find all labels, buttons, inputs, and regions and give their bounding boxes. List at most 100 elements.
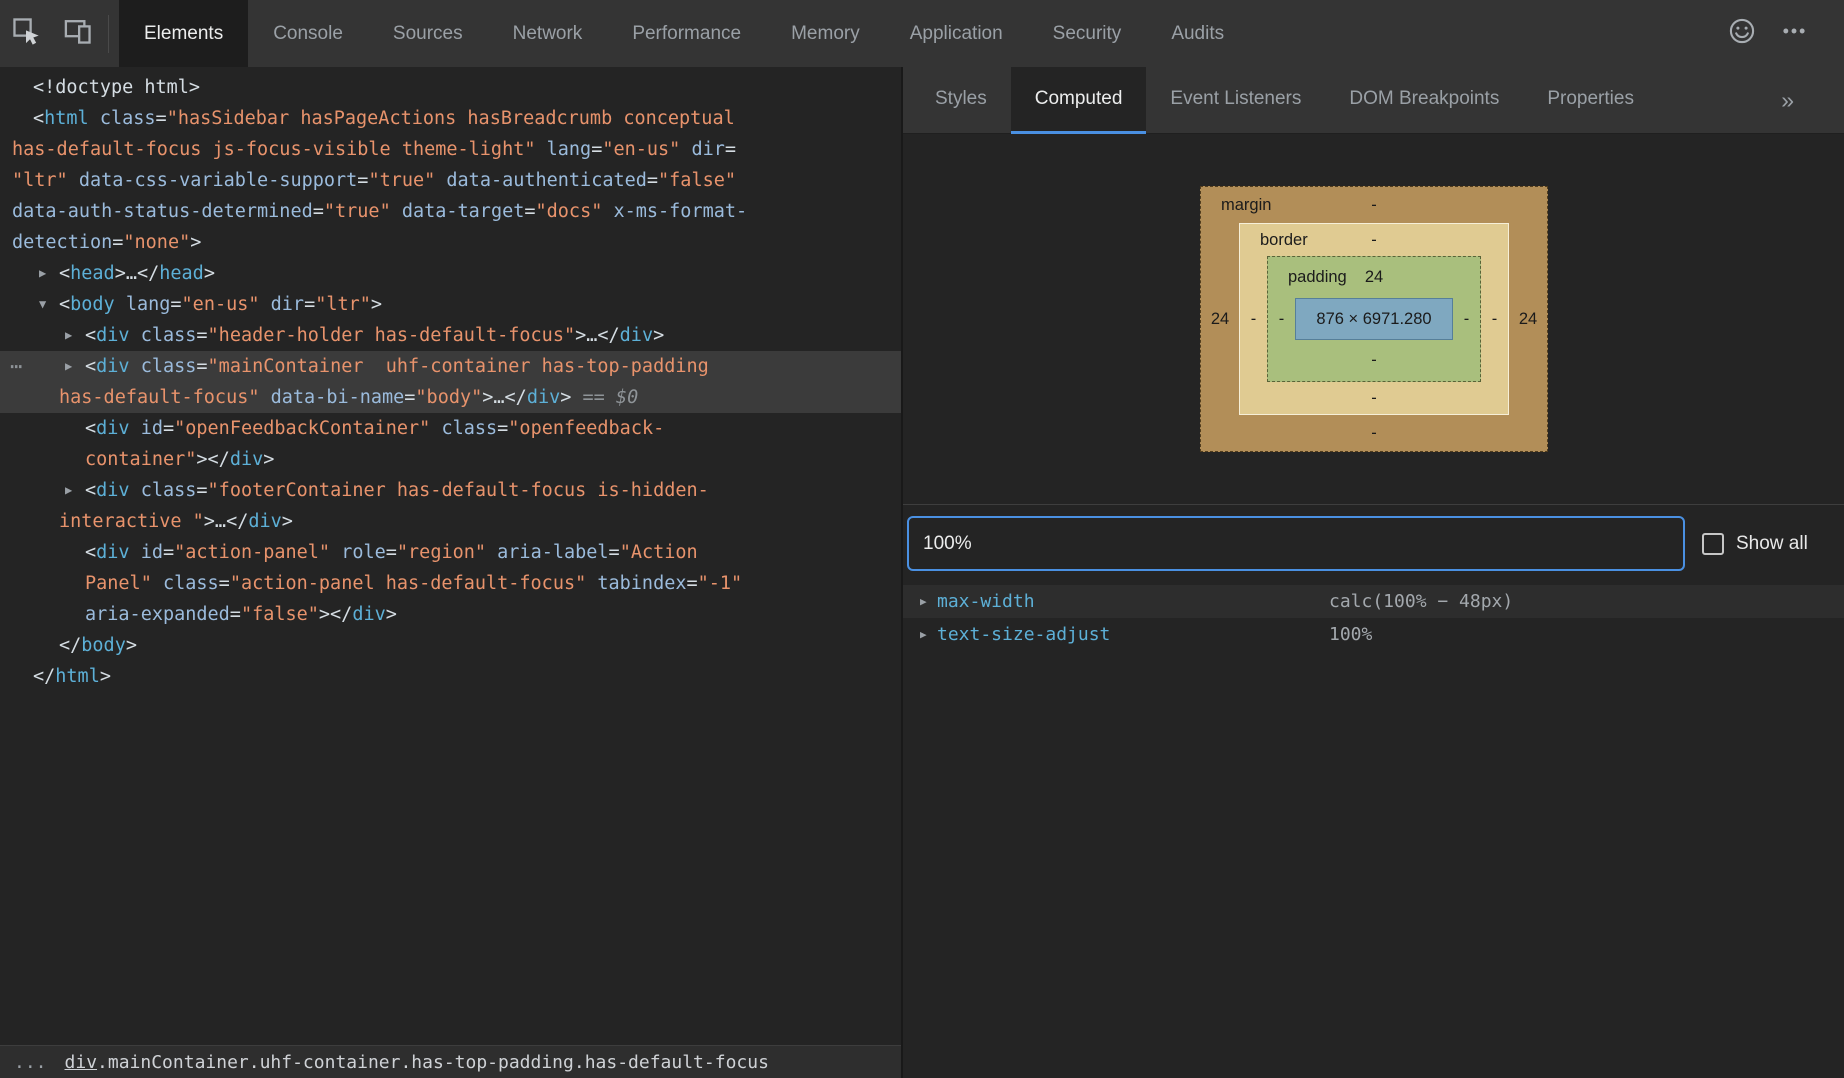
code-token: = <box>647 170 658 191</box>
sidebar-tab-computed[interactable]: Computed <box>1011 67 1147 134</box>
more-menu-button[interactable] <box>1768 0 1820 67</box>
dom-node-line[interactable]: Panel" class="action-panel has-default-f… <box>0 568 901 599</box>
code-token: = <box>386 542 397 563</box>
box-model-margin[interactable]: margin - 24 border - - <box>1200 186 1548 452</box>
dom-node-line[interactable]: aria-expanded="false"></div> <box>0 599 901 630</box>
dom-node-line[interactable]: data-auth-status-determined="true" data-… <box>0 196 901 227</box>
feedback-button[interactable] <box>1716 0 1768 67</box>
main-tab-application[interactable]: Application <box>885 0 1028 67</box>
gutter-overflow-icon[interactable]: ⋯ <box>10 351 22 382</box>
code-token: x-ms-format- <box>613 201 747 222</box>
border-right-value[interactable]: - <box>1481 256 1508 382</box>
box-model-diagram: margin - 24 border - - <box>1200 186 1548 452</box>
dom-node-line[interactable]: </body> <box>0 630 901 661</box>
expand-twisty-icon[interactable]: ▶ <box>65 475 72 506</box>
dom-node-line[interactable]: has-default-focus js-focus-visible theme… <box>0 134 901 165</box>
expand-twisty-icon[interactable]: ▶ <box>920 585 927 618</box>
margin-left-value[interactable]: 24 <box>1201 223 1239 415</box>
dom-node-line[interactable]: detection="none"> <box>0 227 901 258</box>
inspect-element-button[interactable] <box>0 0 52 67</box>
dom-node-line[interactable]: <html class="hasSidebar hasPageActions h… <box>0 103 901 134</box>
box-model-content[interactable]: 876 × 6971.280 <box>1295 298 1453 340</box>
border-left-value[interactable]: - <box>1240 256 1267 382</box>
dom-node-line[interactable]: ▶<head>…</head> <box>0 258 901 289</box>
sidebar-tabs: StylesComputedEvent ListenersDOM Breakpo… <box>911 67 1658 133</box>
box-model-border[interactable]: border - - padding 24 <box>1239 223 1509 415</box>
breadcrumb-item[interactable]: div.mainContainer.uhf-container.has-top-… <box>65 1052 769 1073</box>
code-token: class <box>441 418 497 439</box>
main-tab-performance[interactable]: Performance <box>607 0 766 67</box>
dom-node-line[interactable]: ⋯▶<div class="mainContainer uhf-containe… <box>0 351 901 382</box>
dom-node-line[interactable]: has-default-focus" data-bi-name="body">…… <box>0 382 901 413</box>
breadcrumb-overflow-button[interactable]: ... <box>14 1052 47 1073</box>
dom-node-line[interactable]: interactive ">…</div> <box>0 506 901 537</box>
dom-node-line[interactable]: "ltr" data-css-variable-support="true" d… <box>0 165 901 196</box>
code-token: class <box>141 480 197 501</box>
padding-top-value[interactable]: 24 <box>1365 268 1383 286</box>
property-name: max-width <box>937 585 1035 618</box>
code-token: "mainContainer uhf-container has-top-pad… <box>208 356 709 377</box>
inspect-cursor-icon <box>11 16 41 51</box>
code-token: interactive " <box>59 511 204 532</box>
code-token: "body" <box>415 387 482 408</box>
margin-top-value[interactable]: - <box>1371 196 1377 214</box>
code-token <box>115 294 126 315</box>
main-tab-elements[interactable]: Elements <box>119 0 248 67</box>
code-token: container" <box>85 449 196 470</box>
border-top-value[interactable]: - <box>1371 231 1377 249</box>
margin-bottom-value[interactable]: - <box>1371 424 1377 442</box>
expand-twisty-icon[interactable]: ▶ <box>65 351 72 382</box>
collapse-twisty-icon[interactable]: ▼ <box>39 289 46 320</box>
main-tab-console[interactable]: Console <box>248 0 368 67</box>
main-tab-sources[interactable]: Sources <box>368 0 488 67</box>
padding-left-value[interactable]: - <box>1268 298 1295 340</box>
main-tab-network[interactable]: Network <box>488 0 608 67</box>
code-token: "true" <box>324 201 391 222</box>
box-model-padding[interactable]: padding 24 - 876 × 6971.280 - - <box>1267 256 1481 382</box>
padding-bottom-value[interactable]: - <box>1371 351 1377 369</box>
dom-node-line[interactable]: container"></div> <box>0 444 901 475</box>
dom-node-line[interactable]: </html> <box>0 661 901 692</box>
code-token <box>602 201 613 222</box>
device-toolbar-button[interactable] <box>52 0 104 67</box>
section-divider <box>903 504 1844 505</box>
expand-twisty-icon[interactable]: ▶ <box>920 618 927 651</box>
code-token <box>130 356 141 377</box>
dom-node-line[interactable]: ▶<div class="footerContainer has-default… <box>0 475 901 506</box>
sidebar-tab-event-listeners[interactable]: Event Listeners <box>1146 67 1325 134</box>
breadcrumb-bar: ... div.mainContainer.uhf-container.has-… <box>0 1045 901 1078</box>
dom-node-line[interactable]: <!doctype html> <box>0 72 901 103</box>
expand-twisty-icon[interactable]: ▶ <box>39 258 46 289</box>
code-token: = <box>497 418 508 439</box>
sidebar-tab-styles[interactable]: Styles <box>911 67 1011 134</box>
code-token <box>586 573 597 594</box>
dom-node-line[interactable]: <div id="openFeedbackContainer" class="o… <box>0 413 901 444</box>
expand-twisty-icon[interactable]: ▶ <box>65 320 72 351</box>
tab-overflow-button[interactable]: » <box>1781 67 1794 133</box>
computed-property-row[interactable]: ▶text-size-adjust100% <box>903 618 1844 651</box>
show-all-checkbox[interactable] <box>1702 533 1724 555</box>
code-token: "none" <box>123 232 190 253</box>
code-token: > <box>386 604 397 625</box>
code-token: = <box>230 604 241 625</box>
main-tab-security[interactable]: Security <box>1028 0 1147 67</box>
code-token: "footerContainer has-default-focus is-hi… <box>208 480 709 501</box>
main-tab-audits[interactable]: Audits <box>1146 0 1249 67</box>
padding-right-value[interactable]: - <box>1453 298 1480 340</box>
dom-node-line[interactable]: ▶<div class="header-holder has-default-f… <box>0 320 901 351</box>
code-token: < <box>59 263 70 284</box>
margin-right-value[interactable]: 24 <box>1509 223 1547 415</box>
sidebar-tab-dom-breakpoints[interactable]: DOM Breakpoints <box>1325 67 1523 134</box>
code-token <box>430 418 441 439</box>
code-token: data-target <box>402 201 525 222</box>
main-tab-memory[interactable]: Memory <box>766 0 885 67</box>
computed-filter-input[interactable] <box>907 516 1685 571</box>
toolbar-right-actions <box>1716 0 1844 67</box>
property-value: calc(100% − 48px) <box>1329 585 1513 618</box>
code-token: = <box>313 201 324 222</box>
border-bottom-value[interactable]: - <box>1371 389 1377 407</box>
dom-node-line[interactable]: ▼<body lang="en-us" dir="ltr"> <box>0 289 901 320</box>
computed-property-row[interactable]: ▶ max-width calc(100% − 48px) <box>903 585 1844 618</box>
dom-node-line[interactable]: <div id="action-panel" role="region" ari… <box>0 537 901 568</box>
sidebar-tab-properties[interactable]: Properties <box>1523 67 1658 134</box>
